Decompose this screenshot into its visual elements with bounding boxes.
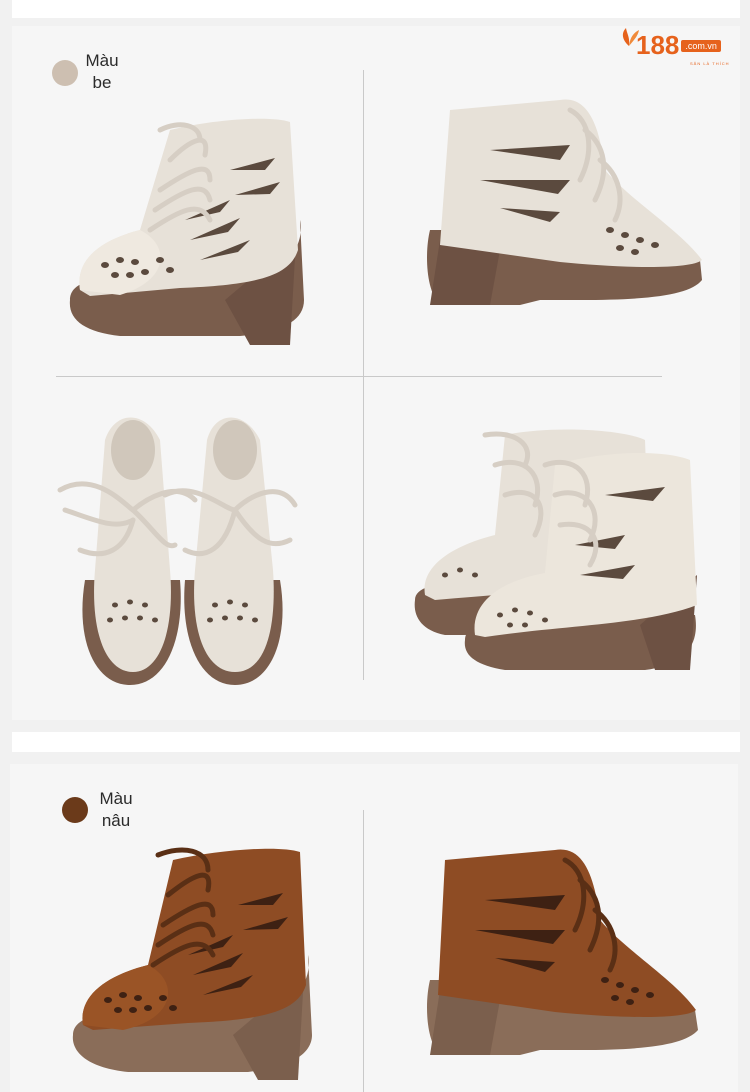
brown-label-line2: nâu — [101, 811, 131, 830]
beige-label-line2: be — [92, 73, 112, 92]
beige-horizontal-divider — [56, 376, 662, 377]
brand-logo: 188 .com.vn — [618, 28, 721, 61]
beige-boots-top-view — [57, 417, 298, 685]
beige-label-line1: Màu — [85, 51, 119, 70]
brand-number: 188 — [636, 30, 680, 60]
top-strip — [12, 0, 740, 18]
beige-color-label: Màu be — [80, 50, 124, 94]
brown-boot-back-side-view — [427, 849, 698, 1055]
brown-color-swatch — [62, 797, 88, 823]
separator-strip — [12, 732, 740, 752]
brown-vertical-divider — [363, 810, 364, 1092]
beige-boot-side-view — [69, 118, 304, 345]
beige-vertical-divider — [363, 70, 364, 680]
brand-tagline: SĂN LÀ THÍCH — [690, 61, 730, 66]
brown-label-line1: Màu — [99, 789, 133, 808]
leaf-icon — [622, 28, 639, 46]
brown-color-label: Màu nâu — [92, 788, 140, 832]
beige-boot-back-side-view — [427, 99, 702, 305]
brown-boot-side-view — [72, 847, 312, 1080]
beige-boots-pair-view — [414, 429, 697, 670]
beige-color-swatch — [52, 60, 78, 86]
brand-domain: .com.vn — [681, 39, 721, 52]
